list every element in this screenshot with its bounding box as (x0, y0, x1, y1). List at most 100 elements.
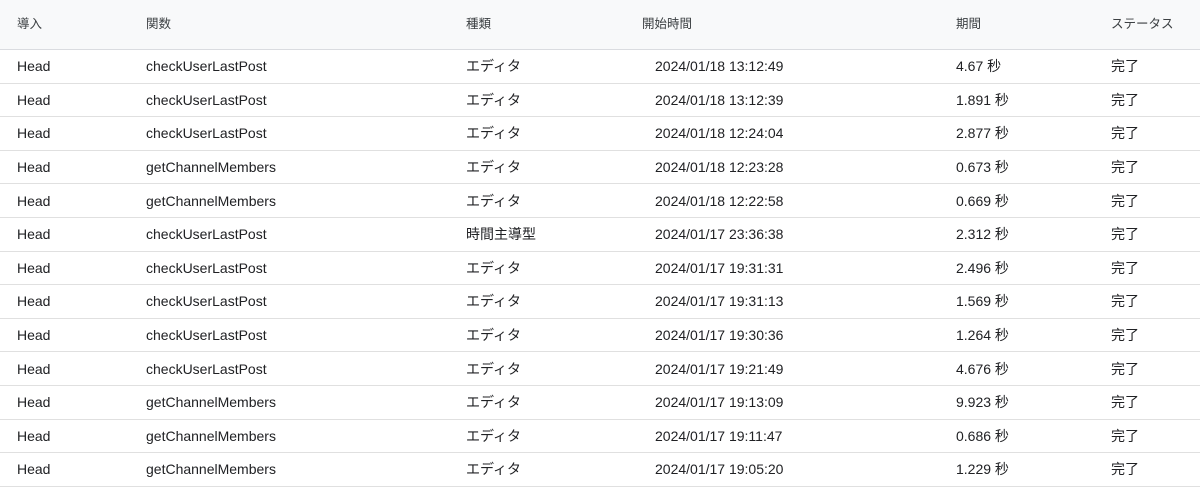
cell-function: checkUserLastPost (146, 360, 267, 377)
cell-start-time: 2024/01/18 12:23:28 (655, 159, 784, 176)
cell-duration: 0.686 秒 (956, 427, 1009, 444)
cell-start-time: 2024/01/17 19:13:09 (655, 394, 784, 411)
cell-duration: 4.67 秒 (956, 58, 1002, 75)
cell-function: checkUserLastPost (146, 125, 267, 142)
table-row[interactable]: Head checkUserLastPost エディタ 2024/01/17 19:3… (0, 319, 1200, 353)
cell-function: checkUserLastPost (146, 226, 267, 243)
cell-deployment: Head (17, 58, 51, 75)
cell-deployment: Head (17, 192, 51, 209)
cell-status: 完了 (1111, 427, 1139, 444)
cell-start-time: 2024/01/18 12:22:58 (655, 192, 784, 209)
cell-deployment: Head (17, 293, 51, 310)
cell-deployment: Head (17, 427, 51, 444)
column-header-deployment[interactable]: 導入 (17, 0, 42, 49)
table-row[interactable]: Head checkUserLastPost エディタ 2024/01/18 13:1… (0, 50, 1200, 84)
cell-type: エディタ (466, 159, 522, 176)
cell-duration: 0.669 秒 (956, 192, 1009, 209)
cell-function: getChannelMembers (146, 159, 276, 176)
cell-deployment: Head (17, 91, 51, 108)
cell-start-time: 2024/01/17 23:36:38 (655, 226, 784, 243)
cell-type: エディタ (466, 125, 522, 142)
table-row[interactable]: Head getChannelMembers エディタ 2024/01/18 12:2… (0, 184, 1200, 218)
cell-type: エディタ (466, 58, 522, 75)
cell-type: 時間主導型 (466, 226, 536, 243)
table-body: Head checkUserLastPost エディタ 2024/01/18 13:1… (0, 50, 1200, 487)
cell-start-time: 2024/01/18 12:24:04 (655, 125, 784, 142)
cell-start-time: 2024/01/17 19:31:13 (655, 293, 784, 310)
table-row[interactable]: Head getChannelMembers エディタ 2024/01/17 19:0… (0, 453, 1200, 487)
cell-status: 完了 (1111, 125, 1139, 142)
cell-start-time: 2024/01/17 19:31:31 (655, 259, 784, 276)
cell-deployment: Head (17, 226, 51, 243)
cell-deployment: Head (17, 327, 51, 344)
cell-duration: 2.312 秒 (956, 226, 1009, 243)
table-row[interactable]: Head getChannelMembers エディタ 2024/01/18 12:2… (0, 151, 1200, 185)
cell-function: getChannelMembers (146, 394, 276, 411)
cell-function: getChannelMembers (146, 192, 276, 209)
cell-start-time: 2024/01/17 19:30:36 (655, 327, 784, 344)
column-header-duration[interactable]: 期間 (956, 0, 981, 49)
cell-type: エディタ (466, 461, 522, 478)
cell-deployment: Head (17, 394, 51, 411)
cell-type: エディタ (466, 360, 522, 377)
cell-duration: 2.877 秒 (956, 125, 1009, 142)
cell-function: checkUserLastPost (146, 293, 267, 310)
column-header-status[interactable]: ステータス (1111, 0, 1174, 49)
cell-function: checkUserLastPost (146, 91, 267, 108)
cell-deployment: Head (17, 159, 51, 176)
cell-type: エディタ (466, 394, 522, 411)
cell-status: 完了 (1111, 91, 1139, 108)
cell-deployment: Head (17, 259, 51, 276)
cell-function: checkUserLastPost (146, 58, 267, 75)
cell-start-time: 2024/01/17 19:21:49 (655, 360, 784, 377)
cell-duration: 2.496 秒 (956, 259, 1009, 276)
table-row[interactable]: Head checkUserLastPost 時間主導型 2024/01/17 23:… (0, 218, 1200, 252)
cell-start-time: 2024/01/18 13:12:39 (655, 91, 784, 108)
table-row[interactable]: Head getChannelMembers エディタ 2024/01/17 19:1… (0, 386, 1200, 420)
table-row[interactable]: Head checkUserLastPost エディタ 2024/01/17 19:3… (0, 285, 1200, 319)
cell-duration: 4.676 秒 (956, 360, 1009, 377)
cell-start-time: 2024/01/17 19:11:47 (655, 427, 783, 444)
cell-status: 完了 (1111, 394, 1139, 411)
cell-start-time: 2024/01/18 13:12:49 (655, 58, 784, 75)
cell-status: 完了 (1111, 293, 1139, 310)
table-header: 導入 関数 種類 開始時間 期間 ステータス (0, 0, 1200, 50)
table-row[interactable]: Head checkUserLastPost エディタ 2024/01/18 12:2… (0, 117, 1200, 151)
cell-type: エディタ (466, 327, 522, 344)
cell-type: エディタ (466, 293, 522, 310)
cell-deployment: Head (17, 360, 51, 377)
cell-type: エディタ (466, 259, 522, 276)
cell-deployment: Head (17, 125, 51, 142)
cell-status: 完了 (1111, 461, 1139, 478)
cell-start-time: 2024/01/17 19:05:20 (655, 461, 784, 478)
cell-function: checkUserLastPost (146, 327, 267, 344)
cell-function: getChannelMembers (146, 461, 276, 478)
column-header-function[interactable]: 関数 (146, 0, 171, 49)
cell-deployment: Head (17, 461, 51, 478)
table-row[interactable]: Head checkUserLastPost エディタ 2024/01/18 13:1… (0, 84, 1200, 118)
cell-status: 完了 (1111, 327, 1139, 344)
cell-duration: 0.673 秒 (956, 159, 1009, 176)
cell-duration: 1.264 秒 (956, 327, 1009, 344)
cell-status: 完了 (1111, 226, 1139, 243)
cell-status: 完了 (1111, 58, 1139, 75)
cell-duration: 1.229 秒 (956, 461, 1009, 478)
cell-function: checkUserLastPost (146, 259, 267, 276)
cell-status: 完了 (1111, 192, 1139, 209)
cell-duration: 9.923 秒 (956, 394, 1009, 411)
cell-type: エディタ (466, 427, 522, 444)
table-row[interactable]: Head getChannelMembers エディタ 2024/01/17 19:1… (0, 420, 1200, 454)
cell-duration: 1.891 秒 (956, 91, 1009, 108)
cell-status: 完了 (1111, 259, 1139, 276)
cell-duration: 1.569 秒 (956, 293, 1009, 310)
table-row[interactable]: Head checkUserLastPost エディタ 2024/01/17 19:3… (0, 252, 1200, 286)
executions-table: 導入 関数 種類 開始時間 期間 ステータス Head checkUserLast… (0, 0, 1200, 487)
cell-type: エディタ (466, 91, 522, 108)
table-row[interactable]: Head checkUserLastPost エディタ 2024/01/17 19:2… (0, 352, 1200, 386)
cell-status: 完了 (1111, 159, 1139, 176)
cell-function: getChannelMembers (146, 427, 276, 444)
column-header-start-time[interactable]: 開始時間 (642, 0, 692, 49)
column-header-type[interactable]: 種類 (466, 0, 491, 49)
cell-type: エディタ (466, 192, 522, 209)
cell-status: 完了 (1111, 360, 1139, 377)
